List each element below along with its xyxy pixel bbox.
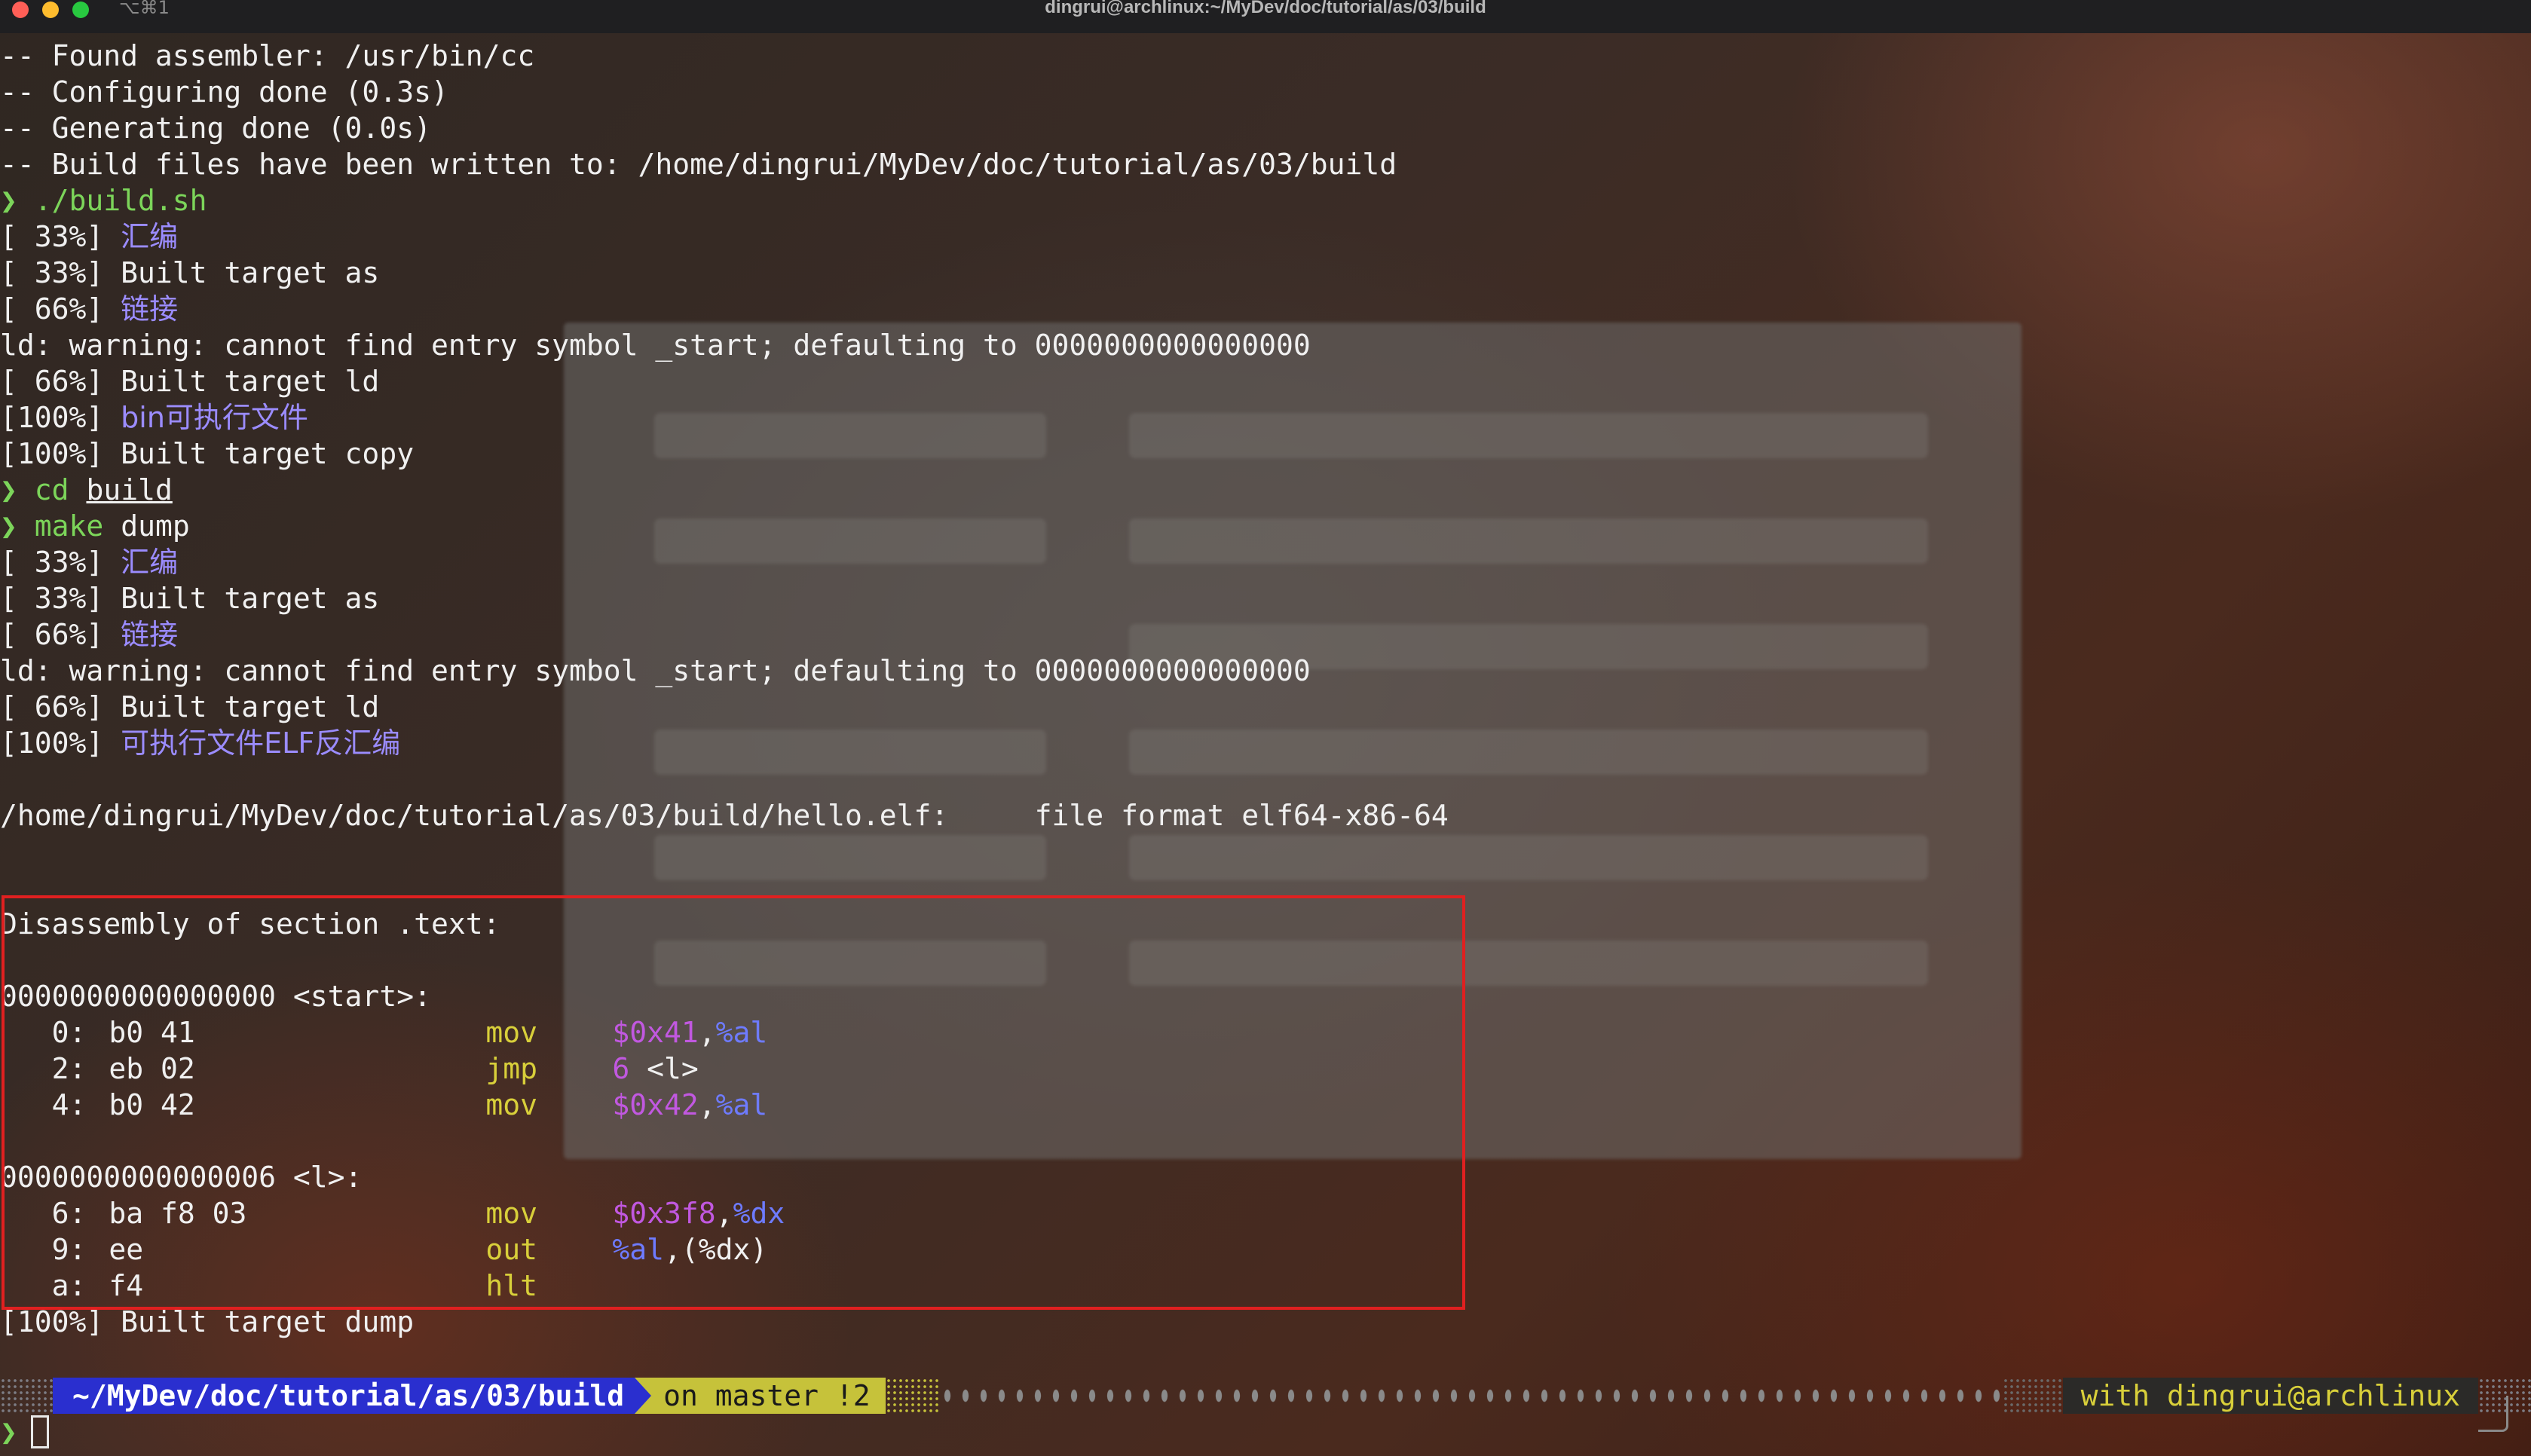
terminal-line: [ 66%] 链接 <box>0 291 2531 327</box>
terminal-line: [100%] bin可执行文件 <box>0 399 2531 436</box>
terminal-line: -- Found assembler: /usr/bin/cc <box>0 39 535 72</box>
terminal-line: ❯ ./build.sh <box>0 182 2531 219</box>
disassembly-highlight-box <box>2 895 1465 1310</box>
terminal-line: [ 33%] 汇编 <box>0 219 2531 255</box>
terminal-line: ld: warning: cannot find entry symbol _s… <box>0 654 1311 687</box>
terminal-line: [ 33%] 汇编 <box>0 544 2531 580</box>
build-step-label: 汇编 <box>121 220 179 253</box>
terminal-line: ❯ make dump <box>0 508 2531 544</box>
build-progress: [100%] <box>0 726 121 760</box>
minimize-window-button[interactable] <box>42 2 59 18</box>
prompt-filler <box>938 1378 2003 1414</box>
build-progress: [ 33%] <box>0 220 121 253</box>
terminal-line: [ 66%] Built target ld <box>0 690 380 723</box>
tab-shortcut-label: ⌥⌘1 <box>119 0 170 18</box>
build-progress: [ 66%] <box>0 292 121 326</box>
text-cursor[interactable] <box>30 1415 49 1448</box>
terminal-line: -- Generating done (0.0s) <box>0 112 431 145</box>
prompt-corner-icon <box>2478 1396 2508 1432</box>
command-name: make <box>34 509 104 543</box>
build-progress: [ 33%] <box>0 546 121 579</box>
build-step-label: bin可执行文件 <box>121 401 308 434</box>
window-titlebar: ⌥⌘1 dingrui@archlinux:~/MyDev/doc/tutori… <box>0 0 2531 33</box>
prompt-decoration <box>0 1378 53 1414</box>
window-title: dingrui@archlinux:~/MyDev/doc/tutorial/a… <box>1045 0 1486 17</box>
command-argument: dump <box>121 509 190 543</box>
prompt-chevron-icon: ❯ <box>0 1415 17 1448</box>
build-progress: [ 66%] <box>0 618 121 651</box>
prompt-separator-icon <box>635 1378 652 1414</box>
prompt-chevron-icon: ❯ <box>0 473 17 506</box>
prompt-decoration <box>885 1378 938 1414</box>
close-window-button[interactable] <box>12 2 29 18</box>
build-step-label: 链接 <box>121 618 179 651</box>
terminal-line: [ 66%] 链接 <box>0 616 2531 653</box>
prompt-chevron-icon: ❯ <box>0 509 17 543</box>
terminal-line: [ 33%] Built target as <box>0 256 380 289</box>
prompt-decoration <box>2002 1378 2063 1414</box>
prompt-path: ~/MyDev/doc/tutorial/as/03/build <box>53 1378 635 1414</box>
build-progress: [100%] <box>0 401 121 434</box>
terminal-line: [ 33%] Built target as <box>0 582 380 615</box>
terminal-line: ld: warning: cannot find entry symbol _s… <box>0 329 1311 362</box>
terminal-line: /home/dingrui/MyDev/doc/tutorial/as/03/b… <box>0 799 1449 832</box>
terminal-line: [100%] Built target copy <box>0 437 415 470</box>
terminal-line: [ 66%] Built target ld <box>0 365 380 398</box>
build-step-label: 汇编 <box>121 546 179 579</box>
terminal-line: -- Build files have been written to: /ho… <box>0 148 1397 181</box>
build-step-label: 可执行文件ELF反汇编 <box>121 726 401 760</box>
prompt-chevron-icon: ❯ <box>0 184 17 217</box>
command-name: ./build.sh <box>34 184 207 217</box>
prompt-user-host: with dingrui@archlinux <box>2062 1378 2478 1414</box>
terminal-line: -- Configuring done (0.3s) <box>0 75 448 109</box>
command-input-line[interactable]: ❯ <box>0 1414 49 1450</box>
terminal-line: ❯ cd build <box>0 472 2531 508</box>
terminal-line: [100%] 可执行文件ELF反汇编 <box>0 725 2531 761</box>
prompt-git-status: on master !2 <box>651 1378 886 1414</box>
shell-prompt-bar: ~/MyDev/doc/tutorial/as/03/build on mast… <box>0 1378 2531 1414</box>
zoom-window-button[interactable] <box>72 2 89 18</box>
build-step-label: 链接 <box>121 292 179 326</box>
command-argument: build <box>86 473 173 506</box>
command-name: cd <box>34 473 69 506</box>
